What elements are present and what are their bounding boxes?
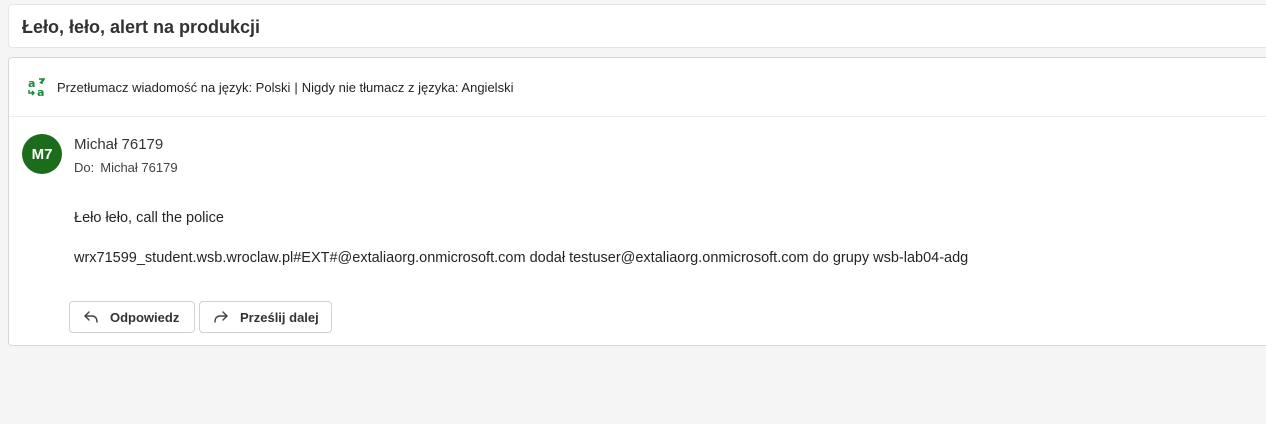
reply-label: Odpowiedz (110, 309, 180, 325)
recipient-name[interactable]: Michał 76179 (100, 160, 177, 175)
recipients-line: Do: Michał 76179 (74, 160, 178, 175)
sender-name[interactable]: Michał 76179 (74, 136, 163, 153)
sender-avatar[interactable]: M7 (22, 134, 62, 174)
svg-text:a: a (37, 86, 44, 98)
subject-header: Łeło, łeło, alert na produkcji (8, 4, 1266, 48)
message-body-line: Łeło łeło, call the police (74, 210, 224, 226)
translate-separator: | (294, 80, 298, 95)
never-translate-link[interactable]: Nigdy nie tłumacz z języka: Angielski (302, 80, 514, 95)
forward-arrow-icon (214, 311, 228, 323)
reply-arrow-icon (84, 311, 98, 323)
translate-icon: a a (28, 77, 45, 98)
forward-label: Prześlij dalej (240, 309, 319, 325)
message-body-line: wrx71599_student.wsb.wroclaw.pl#EXT#@ext… (74, 250, 969, 266)
recipients-label: Do: (74, 160, 95, 175)
forward-button[interactable]: Prześlij dalej (199, 301, 332, 333)
svg-text:a: a (28, 77, 35, 90)
message-card: a a Przetłumacz wiadomość na język: Pols… (8, 57, 1266, 346)
translate-bar: a a Przetłumacz wiadomość na język: Pols… (9, 58, 1266, 117)
message-subject: Łeło, łeło, alert na produkcji (22, 17, 261, 37)
translate-message-link[interactable]: Przetłumacz wiadomość na język: Polski (57, 80, 290, 95)
translate-options: Przetłumacz wiadomość na język: Polski | N… (57, 80, 513, 95)
reply-button[interactable]: Odpowiedz (69, 301, 195, 333)
